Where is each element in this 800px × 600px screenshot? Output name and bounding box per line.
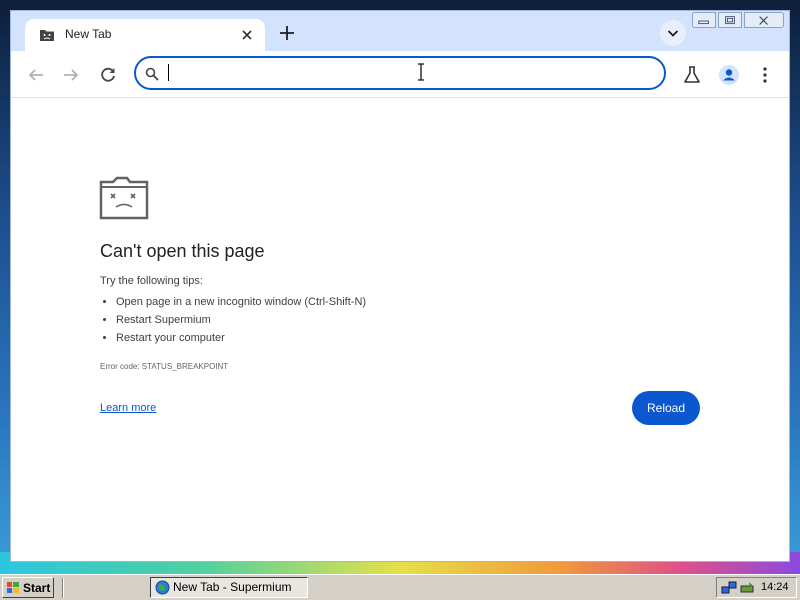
tips-heading: Try the following tips:	[100, 275, 203, 287]
sad-folder-icon	[99, 176, 149, 220]
reload-icon[interactable]	[96, 63, 120, 87]
window-close-button[interactable]	[744, 12, 784, 28]
tab-new-tab[interactable]: New Tab	[25, 19, 265, 51]
error-code: Error code: STATUS_BREAKPOINT	[100, 362, 229, 371]
ibeam-cursor-icon	[418, 63, 424, 81]
forward-arrow-icon[interactable]	[59, 63, 83, 87]
error-title: Can't open this page	[100, 241, 265, 261]
maximize-button[interactable]	[718, 12, 742, 28]
search-icon	[145, 67, 159, 81]
clock: 14:24	[761, 581, 789, 593]
browser-window: New Tab Can't open this page Try the fol…	[10, 10, 790, 562]
learn-more-link[interactable]: Learn more	[100, 402, 156, 414]
minimize-button[interactable]	[692, 12, 716, 28]
sad-tab-icon	[40, 30, 54, 41]
minimize-icon	[698, 20, 709, 25]
restore-icon	[725, 16, 735, 25]
list-item: Restart your computer	[116, 329, 366, 347]
network-icon[interactable]	[721, 580, 737, 596]
reload-button[interactable]: Reload	[632, 391, 700, 425]
address-input[interactable]	[166, 62, 650, 86]
chevron-down-icon	[667, 30, 679, 37]
start-button[interactable]: Start	[2, 577, 54, 598]
plus-icon[interactable]	[276, 22, 298, 44]
list-item: Open page in a new incognito window (Ctr…	[116, 293, 366, 311]
tab-search-button[interactable]	[660, 20, 686, 46]
browser-toolbar	[11, 51, 789, 98]
close-icon	[759, 16, 768, 25]
taskbar-item-label: New Tab - Supermium	[173, 580, 292, 594]
tab-title: New Tab	[65, 27, 112, 41]
text-caret	[168, 64, 169, 81]
close-icon[interactable]	[237, 25, 257, 45]
error-page: Can't open this page Try the following t…	[11, 98, 789, 561]
windows-logo-icon	[7, 582, 19, 593]
system-tray: 14:24	[716, 577, 797, 598]
list-item: Restart Supermium	[116, 311, 366, 329]
labs-flask-icon[interactable]	[680, 63, 704, 87]
safely-remove-icon[interactable]	[739, 580, 755, 596]
tab-strip: New Tab	[11, 11, 789, 51]
back-arrow-icon[interactable]	[24, 63, 48, 87]
start-label: Start	[23, 580, 51, 595]
taskbar-item-browser[interactable]: New Tab - Supermium	[150, 577, 308, 598]
browser-globe-icon	[155, 580, 170, 595]
address-bar[interactable]	[134, 56, 666, 90]
tips-list: Open page in a new incognito window (Ctr…	[100, 293, 366, 347]
kebab-menu-icon[interactable]	[753, 63, 777, 87]
profile-icon[interactable]	[717, 63, 741, 87]
taskbar-separator	[62, 578, 64, 598]
taskbar: Start New Tab - Supermium 14:24	[0, 574, 800, 600]
